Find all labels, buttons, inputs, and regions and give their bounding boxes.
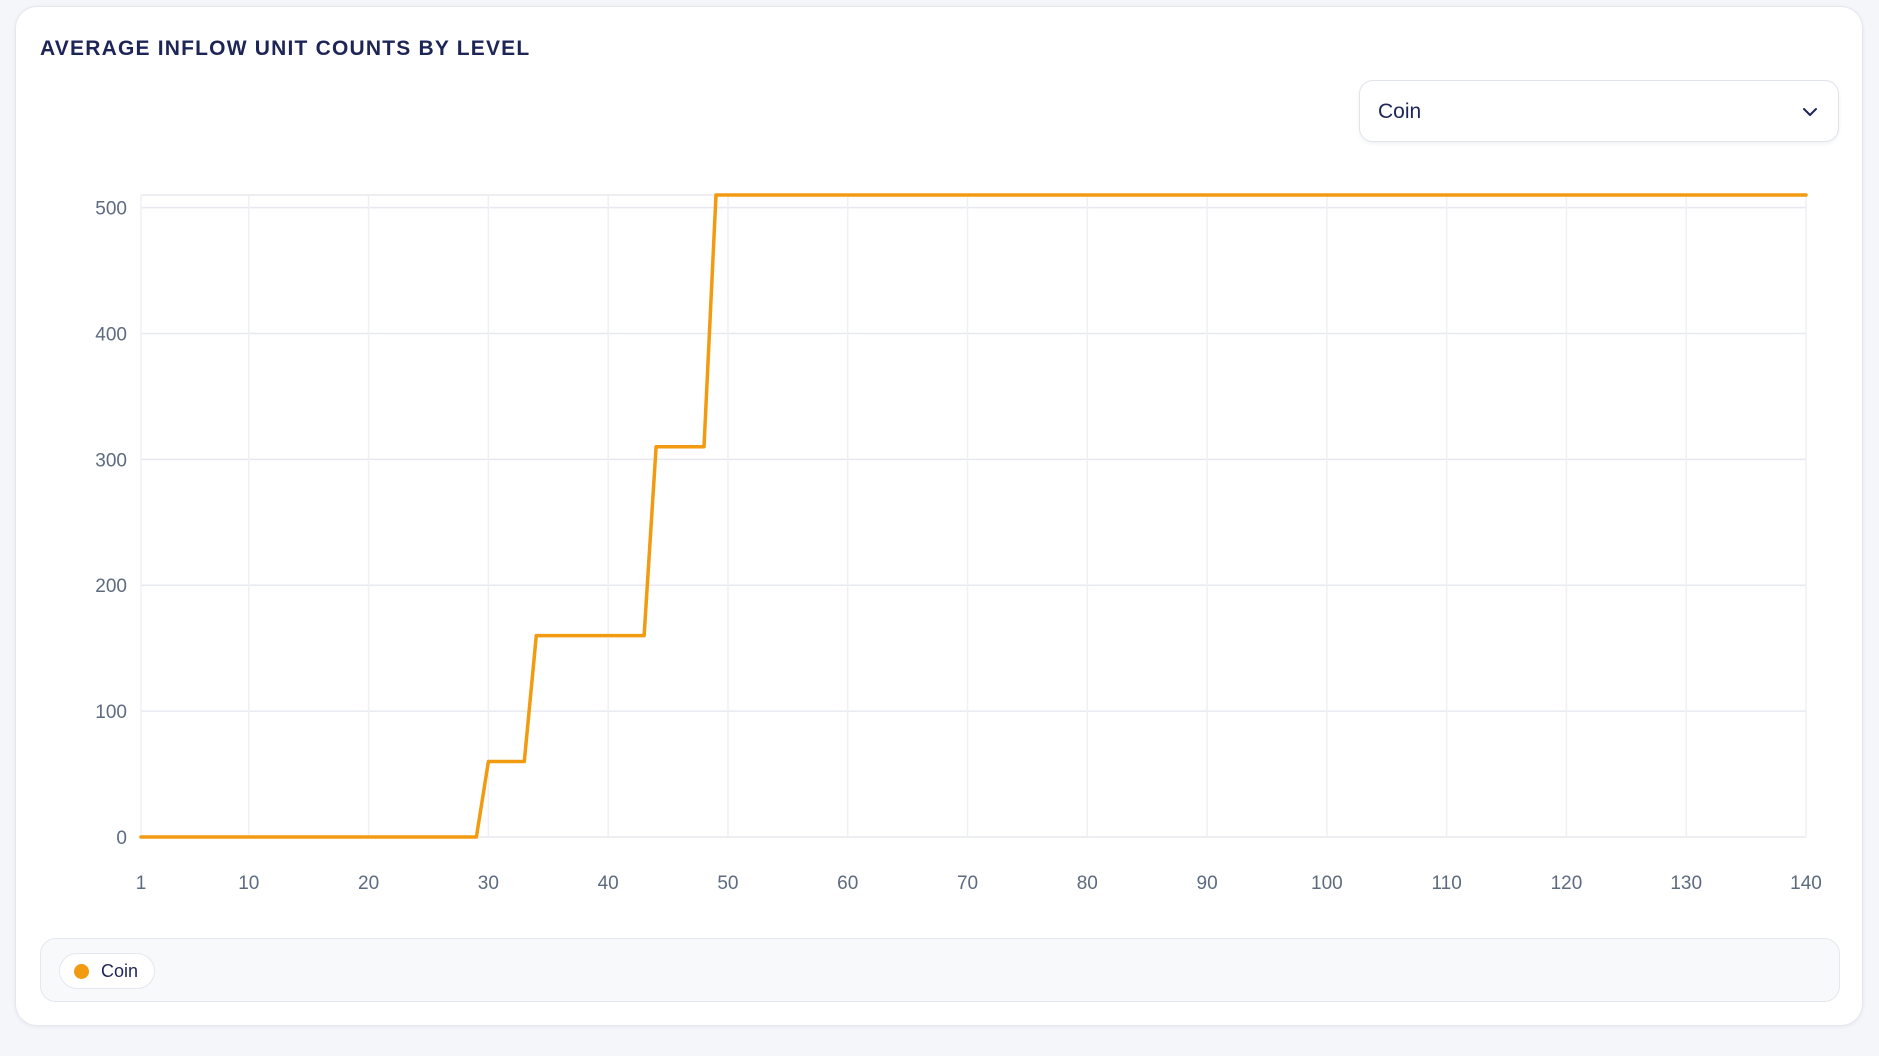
x-tick-label: 60 xyxy=(837,873,858,894)
x-tick-label: 40 xyxy=(598,873,619,894)
y-tick-label: 200 xyxy=(95,576,127,597)
y-tick-label: 100 xyxy=(95,702,127,723)
x-tick-label: 70 xyxy=(957,873,978,894)
series-line-coin xyxy=(139,193,1808,839)
chart-card: AVERAGE INFLOW UNIT COUNTS BY LEVEL Coin… xyxy=(15,6,1863,1026)
x-tick-label: 110 xyxy=(1431,873,1461,894)
x-tick-label: 20 xyxy=(358,873,379,894)
x-tick-label: 50 xyxy=(717,873,738,894)
x-tick-label: 130 xyxy=(1670,873,1702,894)
x-tick-label: 1 xyxy=(136,873,147,894)
x-tick-label: 30 xyxy=(478,873,499,894)
x-tick-label: 90 xyxy=(1197,873,1218,894)
legend-color-dot xyxy=(74,963,89,979)
y-tick-label: 400 xyxy=(95,324,127,345)
x-tick-label: 10 xyxy=(238,873,259,894)
line-chart: 01002003004005001 10 20 30 40 50 60 70 80 90 100 11… xyxy=(95,193,1822,894)
y-tick-label: 0 xyxy=(116,828,127,849)
y-tick-label: 500 xyxy=(95,199,127,220)
legend-item-coin[interactable]: Coin xyxy=(59,953,156,989)
x-tick-label: 100 xyxy=(1311,873,1343,894)
legend: Coin xyxy=(40,938,1840,1002)
x-tick-label: 80 xyxy=(1077,873,1098,894)
legend-label: Coin xyxy=(101,960,139,981)
x-tick-label: 140 xyxy=(1790,873,1822,894)
x-tick-label: 120 xyxy=(1551,873,1583,894)
y-tick-label: 300 xyxy=(95,450,127,471)
